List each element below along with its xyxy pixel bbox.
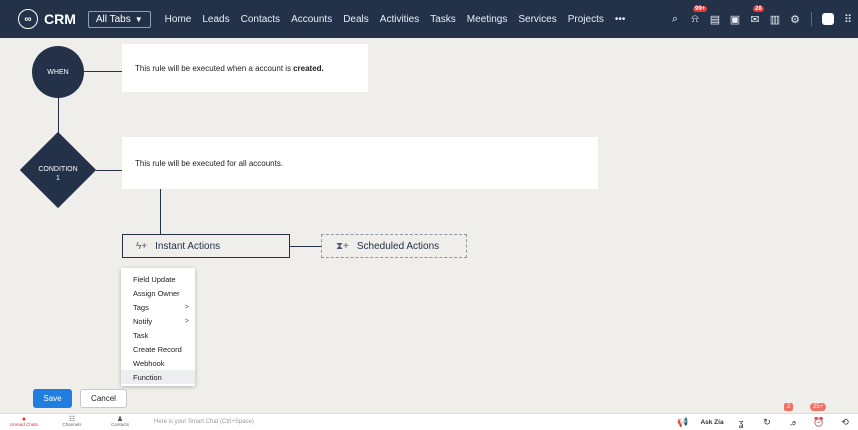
nav-contacts[interactable]: Contacts xyxy=(241,14,280,25)
unread-chats-button[interactable]: ● Unread Chats xyxy=(0,416,48,427)
footer-right: 📢 Ask Zia ʓ ↻ ꭿ2 ⏰ 25+ ⟲ xyxy=(670,403,858,430)
when-card[interactable]: This rule will be executed when a accoun… xyxy=(122,44,368,92)
footer-badge-2: 2 xyxy=(784,403,794,411)
history-icon[interactable]: ⟲ xyxy=(832,417,858,428)
refresh-icon[interactable]: ↻ xyxy=(754,417,780,428)
nav-more[interactable]: ••• xyxy=(615,14,626,25)
save-button[interactable]: Save xyxy=(33,389,72,408)
menu-item-label: Tags xyxy=(133,302,149,312)
menu-item-label: Notify xyxy=(133,316,153,326)
menu-item-create-record[interactable]: Create Record xyxy=(121,342,195,356)
instant-actions-button[interactable]: ϟ+ Instant Actions xyxy=(122,234,290,258)
menu-item-label: Task xyxy=(133,330,149,340)
menu-item-webhook[interactable]: Webhook xyxy=(121,356,195,370)
lightning-icon: ϟ+ xyxy=(136,240,148,252)
scheduled-actions-button[interactable]: ⧗+ Scheduled Actions xyxy=(321,234,467,258)
nav-accounts[interactable]: Accounts xyxy=(291,14,332,25)
menu-item-notify[interactable]: Notify > xyxy=(121,314,195,328)
search-icon[interactable]: ⌕ xyxy=(665,13,685,26)
nav-leads[interactable]: Leads xyxy=(202,14,229,25)
when-text: This rule will be executed when a accoun… xyxy=(135,63,292,73)
scheduled-actions-label: Scheduled Actions xyxy=(356,240,440,252)
contacts-label: Contacts xyxy=(111,422,129,427)
alarm-icon[interactable]: ⏰ 25+ xyxy=(806,403,832,428)
nav-projects[interactable]: Projects xyxy=(568,14,604,25)
menu-item-task[interactable]: Task xyxy=(121,328,195,342)
chevron-right-icon: > xyxy=(184,303,189,311)
megaphone-icon[interactable]: 📢 xyxy=(670,417,696,428)
condition-text: This rule will be executed for all accou… xyxy=(135,158,284,168)
calendar-icon[interactable]: ▣ xyxy=(725,13,745,26)
cancel-button[interactable]: Cancel xyxy=(80,389,127,408)
connector-condition-card xyxy=(96,170,122,171)
menu-item-tags[interactable]: Tags > xyxy=(121,300,195,314)
connector-instant-scheduled xyxy=(290,246,321,247)
nav-icon-group: ⌕ ⍾ 99+ ▤ ▣ ✉ 28 ▥ ⚙ ⠿ xyxy=(665,0,858,38)
channels-button[interactable]: ☷ Channels xyxy=(48,416,96,427)
app-grid-icon[interactable]: ⠿ xyxy=(838,13,858,26)
contacts-button[interactable]: ♟ Contacts xyxy=(96,416,144,427)
footer-badge-25: 25+ xyxy=(810,403,827,411)
crm-logo[interactable]: ∞ CRM xyxy=(18,9,76,29)
translate-icon[interactable]: ꭿ2 xyxy=(780,403,806,428)
menu-item-function[interactable]: Function xyxy=(121,370,195,384)
when-node: WHEN xyxy=(32,46,84,98)
crm-logo-icon: ∞ xyxy=(18,9,38,29)
channels-label: Channels xyxy=(62,422,82,427)
menu-item-assign-owner[interactable]: Assign Owner xyxy=(121,286,195,300)
nav-divider xyxy=(811,12,812,26)
marketplace-icon[interactable]: ▥ xyxy=(765,13,785,26)
menu-item-label: Function xyxy=(133,372,162,382)
nav-meetings[interactable]: Meetings xyxy=(467,14,508,25)
menu-item-label: Webhook xyxy=(133,358,165,368)
caret-down-icon: ▼ xyxy=(134,14,143,24)
condition-label-group: CONDITION 1 xyxy=(26,165,90,183)
condition-card[interactable]: This rule will be executed for all accou… xyxy=(122,137,598,189)
logo-text: CRM xyxy=(44,11,76,27)
unread-chats-label: Unread Chats xyxy=(10,422,38,427)
notification-badge: 99+ xyxy=(693,5,708,12)
when-label: WHEN xyxy=(47,68,69,76)
avatar[interactable] xyxy=(822,13,834,25)
mail-badge: 28 xyxy=(753,5,764,12)
footer-left: ● Unread Chats ☷ Channels ♟ Contacts Her… xyxy=(0,414,254,430)
zia-icon[interactable]: ʓ xyxy=(728,418,754,428)
hourglass-icon: ⧗+ xyxy=(336,240,349,252)
connector-when-card xyxy=(84,71,122,72)
menu-item-label: Create Record xyxy=(133,344,182,354)
nav-activities[interactable]: Activities xyxy=(380,14,419,25)
condition-number: 1 xyxy=(56,175,60,182)
mail-icon[interactable]: ✉ 28 xyxy=(745,5,765,26)
nav-deals[interactable]: Deals xyxy=(343,14,369,25)
nav-tasks[interactable]: Tasks xyxy=(430,14,456,25)
connector-card-actions xyxy=(160,189,161,234)
nav-services[interactable]: Services xyxy=(518,14,556,25)
condition-label: CONDITION xyxy=(38,166,78,173)
footer-bar: ● Unread Chats ☷ Channels ♟ Contacts Her… xyxy=(0,403,858,430)
all-tabs-dropdown[interactable]: All Tabs ▼ xyxy=(87,10,151,28)
gear-icon[interactable]: ⚙ xyxy=(785,13,805,26)
all-tabs-label: All Tabs xyxy=(95,13,131,25)
instant-actions-menu: Field Update Assign Owner Tags > Notify > … xyxy=(121,268,195,386)
menu-item-field-update[interactable]: Field Update xyxy=(121,272,195,286)
chevron-right-icon: > xyxy=(184,317,189,325)
top-nav: ∞ CRM All Tabs ▼ Home Leads Contacts Acc… xyxy=(0,0,858,38)
instant-actions-label: Instant Actions xyxy=(155,240,221,252)
when-text-bold: created. xyxy=(293,63,324,73)
ask-zia-button[interactable]: Ask Zia xyxy=(696,419,728,426)
menu-item-label: Assign Owner xyxy=(133,288,180,298)
smart-chat-input[interactable]: Here is your Smart Chat (Ctrl+Space) xyxy=(154,419,254,425)
notification-bell-icon[interactable]: ⍾ 99+ xyxy=(685,5,708,26)
nav-home[interactable]: Home xyxy=(165,14,192,25)
menu-item-label: Field Update xyxy=(133,274,176,284)
feeds-icon[interactable]: ▤ xyxy=(705,13,725,26)
